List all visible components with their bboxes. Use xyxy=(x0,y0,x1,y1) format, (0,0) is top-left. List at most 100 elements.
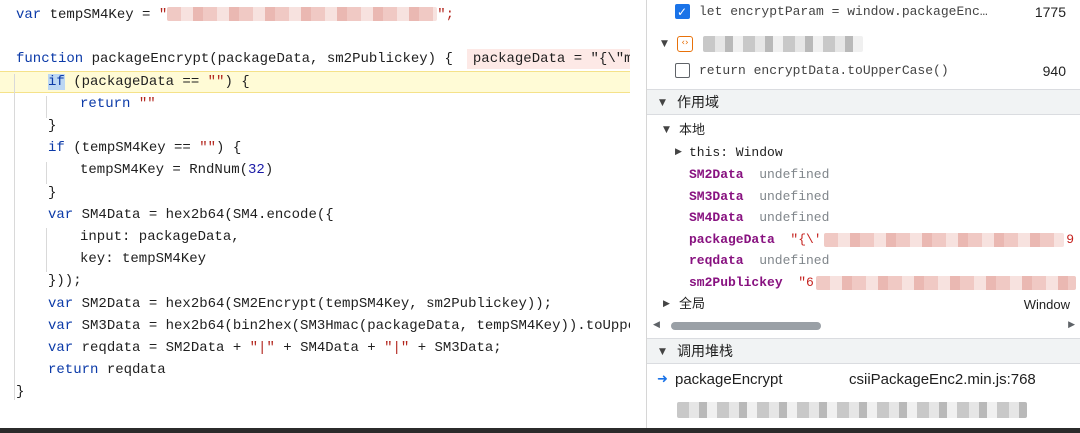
code-line[interactable]: var tempSM4Key = " "; xyxy=(0,4,630,26)
indent-guide xyxy=(46,228,47,272)
code-token: return xyxy=(48,362,107,379)
inline-value-badge: packageData = "{\"main xyxy=(466,49,630,70)
scope-variable-value: undefined xyxy=(759,167,830,182)
indent-guide xyxy=(14,74,15,400)
scope-global-row[interactable]: ▶ 全局 Window xyxy=(647,294,1080,315)
code-token: input: packageData, xyxy=(80,229,240,245)
current-frame-arrow-icon: ➜ xyxy=(657,372,668,387)
triangle-right-icon: ▶ xyxy=(675,147,682,157)
triangle-down-icon: ▼ xyxy=(663,125,670,135)
breakpoint-row[interactable]: let encryptParam = window.packageEnc… 17… xyxy=(647,0,1080,24)
scope-variable[interactable]: reqdata undefined xyxy=(647,250,1080,271)
code-line[interactable]: } xyxy=(0,182,630,204)
code-line[interactable]: if (tempSM4Key == "") { xyxy=(0,137,630,159)
code-line[interactable]: if (packageData == "") { xyxy=(0,70,630,93)
code-token: ) { xyxy=(216,140,242,157)
code-line[interactable]: } xyxy=(0,115,630,137)
scope-variable-name: SM2Data xyxy=(689,167,744,182)
checkbox-icon[interactable] xyxy=(675,63,690,78)
triangle-down-icon: ▼ xyxy=(659,98,666,108)
code-token: "" xyxy=(199,140,217,157)
code-line[interactable]: var reqdata = SM2Data + "|" + SM4Data + … xyxy=(0,337,630,359)
scope-variable-name: SM3Data xyxy=(689,188,744,204)
code-line[interactable]: tempSM4Key = RndNum(32) xyxy=(0,159,630,181)
debugger-sidebar: let encryptParam = window.packageEnc… 17… xyxy=(647,0,1080,433)
code-token: + SM3Data; xyxy=(409,340,502,356)
scope-variable[interactable]: SM2Data undefined xyxy=(647,164,1080,185)
scope-variable[interactable]: SM4Data undefined xyxy=(647,207,1080,228)
breakpoint-row[interactable]: return encryptData.toUpperCase() 940 xyxy=(647,59,1080,83)
code-token: " xyxy=(158,7,168,23)
code-token: ) { xyxy=(224,73,250,90)
code-editor[interactable]: var tempSM4Key = " "; function packageEncr… xyxy=(0,0,630,433)
code-line[interactable] xyxy=(0,26,630,48)
code-line[interactable]: function packageEncrypt(packageData, sm2… xyxy=(0,48,630,70)
code-token: "|" xyxy=(249,340,275,356)
checkbox-checked-icon[interactable] xyxy=(675,0,690,24)
triangle-down-icon: ▼ xyxy=(659,347,666,357)
code-line[interactable]: return "" xyxy=(0,93,630,115)
code-token: "" xyxy=(207,73,225,90)
scope-variable[interactable]: sm2Publickey "6 xyxy=(647,272,1080,293)
scope-variable-name: SM4Data xyxy=(689,210,744,225)
scope-variable-name: sm2Publickey xyxy=(689,274,783,290)
redacted-value xyxy=(167,7,438,22)
scope-variable-value: undefined xyxy=(759,253,830,268)
code-token: 32 xyxy=(248,162,265,179)
triangle-down-icon[interactable]: ▼ xyxy=(661,32,668,56)
callstack-frame-redacted[interactable] xyxy=(647,398,1080,424)
scope-this-row[interactable]: ▶ this: Window xyxy=(647,142,1080,163)
code-line[interactable]: })); xyxy=(0,270,630,292)
scroll-thumb[interactable] xyxy=(671,322,821,330)
scroll-right-icon[interactable]: ▶ xyxy=(1068,320,1075,330)
callstack-section-header[interactable]: ▼ 调用堆栈 xyxy=(647,338,1080,364)
redacted-file-name xyxy=(703,36,863,52)
scope-variable[interactable]: SM3Data undefined xyxy=(647,186,1080,207)
code-token: (packageData == xyxy=(64,73,208,90)
scope-header-label: 作用域 xyxy=(677,95,719,111)
redacted-value xyxy=(823,232,1064,247)
code-token: "" xyxy=(138,95,156,112)
breakpoint-file-row[interactable]: ▼ ‹› xyxy=(647,32,1080,56)
breakpoint-code: return encryptData.toUpperCase() xyxy=(699,63,949,78)
code-token: "|" xyxy=(384,340,410,356)
scope-variable-value: undefined xyxy=(759,210,830,225)
code-token: var xyxy=(48,295,82,312)
code-token: if xyxy=(48,73,65,90)
scope-variable-value: "{\' xyxy=(790,231,822,247)
code-token: reqdata xyxy=(106,362,166,379)
code-line[interactable]: } xyxy=(0,381,630,403)
scope-variable-value: undefined xyxy=(759,188,830,204)
code-line[interactable]: var SM4Data = hex2b64(SM4.encode({ xyxy=(0,204,630,226)
code-token: "; xyxy=(437,7,455,23)
callstack-frame[interactable]: ➜ packageEncrypt csiiPackageEnc2.min.js:… xyxy=(647,367,1080,393)
code-token: function xyxy=(16,51,92,68)
code-token: } xyxy=(48,118,57,134)
code-token: key: tempSM4Key xyxy=(80,251,207,268)
code-token: var xyxy=(48,340,82,356)
indent-guide xyxy=(46,96,47,118)
code-token: reqdata = SM2Data + xyxy=(81,340,250,356)
scope-section-header[interactable]: ▼ 作用域 xyxy=(647,89,1080,115)
code-line[interactable]: key: tempSM4Key xyxy=(0,248,630,270)
breakpoint-line: 1775 xyxy=(1034,4,1066,20)
triangle-right-icon: ▶ xyxy=(663,299,670,309)
code-token: SM4Data = hex2b64(SM4.encode({ xyxy=(81,206,334,223)
scroll-left-icon[interactable]: ◀ xyxy=(653,320,660,330)
code-token: SM2Data = hex2b64(SM2Encrypt(tempSM4Key,… xyxy=(81,295,553,312)
code-line[interactable]: var SM3Data = hex2b64(bin2hex(SM3Hmac(pa… xyxy=(0,315,630,337)
code-token: + SM4Data + xyxy=(274,340,385,356)
scope-local-row[interactable]: ▼ 本地 xyxy=(647,120,1080,141)
scope-global-label: 全局 xyxy=(679,297,706,312)
file-icon: ‹› xyxy=(677,36,693,52)
scope-variable[interactable]: packageData "{\' 9 xyxy=(647,229,1080,250)
code-token: ) xyxy=(264,162,274,179)
code-line[interactable]: return reqdata xyxy=(0,359,630,381)
scope-horizontal-scrollbar[interactable]: ◀ ▶ xyxy=(653,320,1075,332)
code-line[interactable]: input: packageData, xyxy=(0,226,630,248)
code-token: } xyxy=(48,184,57,201)
scope-variable-name: reqdata xyxy=(689,253,744,268)
code-line[interactable]: var SM2Data = hex2b64(SM2Encrypt(tempSM4… xyxy=(0,293,630,315)
breakpoint-code: let encryptParam = window.packageEnc… xyxy=(699,4,988,19)
callstack-location: csiiPackageEnc2.min.js:768 xyxy=(849,371,1036,388)
